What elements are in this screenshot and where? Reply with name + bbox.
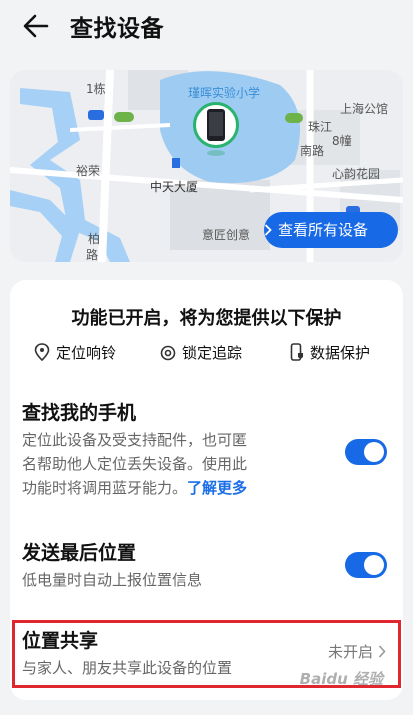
find-phone-description: 定位此设备及受支持配件，也可匿 名帮助他人定位丢失设备。使用此 功能时将调用蓝牙… [22,431,248,497]
map-label: 心韵花园 [332,167,381,181]
map-label: 意匠创意 [202,228,251,242]
map-label: 中天大厦 [150,180,199,194]
device-location-pin[interactable] [193,102,239,148]
toggle-knob [364,442,384,462]
pin-shadow [207,150,225,156]
map-label: 南路 [300,144,325,158]
map-label: 珠江 [308,120,333,134]
phone-shield-icon [290,343,303,361]
feature-lock-track: 锁定追踪 [160,342,242,363]
feature-data-protection: 数据保护 [290,342,370,363]
view-all-devices-label: 查看所有设备 [277,221,368,239]
lock-track-icon [160,345,176,361]
find-phone-title: 查找我的手机 [22,402,137,424]
last-location-description: 低电量时自动上报位置信息 [22,571,203,589]
phone-icon [207,109,225,141]
toggle-knob [364,555,384,575]
chevron-right-icon [264,224,272,236]
back-arrow-icon[interactable] [22,12,50,40]
map-label: 柏 [88,232,101,246]
view-all-devices-button[interactable]: 查看所有设备 [263,212,398,248]
page-title: 查找设备 [70,16,164,42]
app-header: 查找设备 [0,0,413,56]
map-label: 上海公馆 [340,102,389,116]
map-label: 1栋 [86,82,106,96]
map-label: 8幢 [332,134,352,148]
protection-title: 功能已开启，将为您提供以下保护 [71,308,342,329]
last-location-toggle[interactable] [345,552,387,578]
map-label: 瑾晖实验小学 [188,86,261,100]
location-pin-icon [34,343,50,362]
map-label: 裕荣 [76,164,101,178]
map-label: 路 [86,248,99,262]
learn-more-link[interactable]: 了解更多 [187,479,247,497]
last-location-title: 发送最后位置 [22,542,137,564]
find-phone-toggle[interactable] [345,439,387,465]
watermark: Baidu 经验 [299,670,383,688]
feature-locate-ring: 定位响铃 [34,342,116,363]
device-map[interactable]: 1栋 瑾晖实验小学 上海公馆 珠江 南路 8幢 心韵花园 裕荣 中天大厦 柏 路… [10,70,403,262]
